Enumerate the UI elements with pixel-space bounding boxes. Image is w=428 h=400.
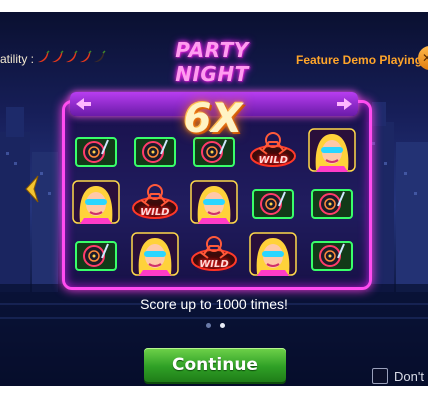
chili-pepper-icon (94, 50, 106, 63)
dj-girl-symbol (66, 176, 125, 228)
dj-girl-icon (308, 128, 357, 172)
game-title: PARTY NIGHT (175, 38, 249, 86)
right-corner-arrow-icon (337, 98, 352, 110)
page-dot[interactable] (220, 323, 225, 328)
wild-label: WILD (258, 155, 288, 166)
dj-girl-icon (131, 232, 179, 276)
feature-demo-status: Feature Demo Playing (296, 53, 423, 67)
continue-button[interactable]: Continue (144, 348, 286, 382)
dj-wild-icon (131, 184, 178, 219)
turntable-symbol (303, 228, 362, 280)
chili-pepper-icon (80, 50, 92, 63)
turntable-icon (311, 189, 354, 219)
turntable-symbol (303, 176, 362, 228)
game-stage: atility : PARTY NIGHT Feature Demo Playi… (0, 12, 428, 386)
turntable-icon (74, 137, 117, 167)
volatility-indicator: atility : (0, 50, 106, 67)
game-title-logo: PARTY NIGHT (138, 38, 286, 86)
dj-girl-icon (71, 180, 120, 224)
dont-show-label: Don't (394, 368, 424, 384)
turntable-symbol (66, 124, 125, 176)
dont-show-checkbox[interactable] (372, 368, 388, 384)
chili-pepper-icon (66, 50, 78, 63)
feature-caption: Score up to 1000 times! (140, 296, 288, 312)
turntable-icon (74, 241, 117, 271)
dj-girl-icon (249, 232, 297, 276)
dj-girl-icon (190, 180, 238, 224)
close-icon[interactable]: ✕ (422, 51, 428, 65)
dj-girl-symbol (125, 228, 184, 280)
dj-wild-symbol: WILD (184, 228, 243, 280)
wild-label: WILD (199, 259, 229, 270)
page-indicator (206, 323, 225, 328)
dj-wild-symbol: WILD (125, 176, 184, 228)
volatility-chilis (36, 50, 106, 67)
turntable-icon (311, 241, 354, 271)
chili-pepper-icon (38, 50, 50, 63)
multiplier-badge: 6X (183, 96, 243, 142)
dj-girl-symbol (303, 124, 362, 176)
previous-arrow-icon[interactable] (24, 174, 40, 204)
volatility-label: atility : (0, 51, 35, 66)
turntable-icon (252, 189, 295, 219)
dj-girl-symbol (244, 228, 303, 280)
turntable-symbol (244, 176, 303, 228)
turntable-symbol (66, 228, 125, 280)
page-dot[interactable] (206, 323, 211, 328)
left-corner-arrow-icon (76, 98, 91, 110)
wild-label: WILD (140, 207, 170, 218)
dont-show-again-option[interactable]: Don't (372, 368, 424, 384)
chili-pepper-icon (52, 50, 64, 63)
dj-girl-symbol (184, 176, 243, 228)
dj-wild-icon (190, 236, 237, 271)
